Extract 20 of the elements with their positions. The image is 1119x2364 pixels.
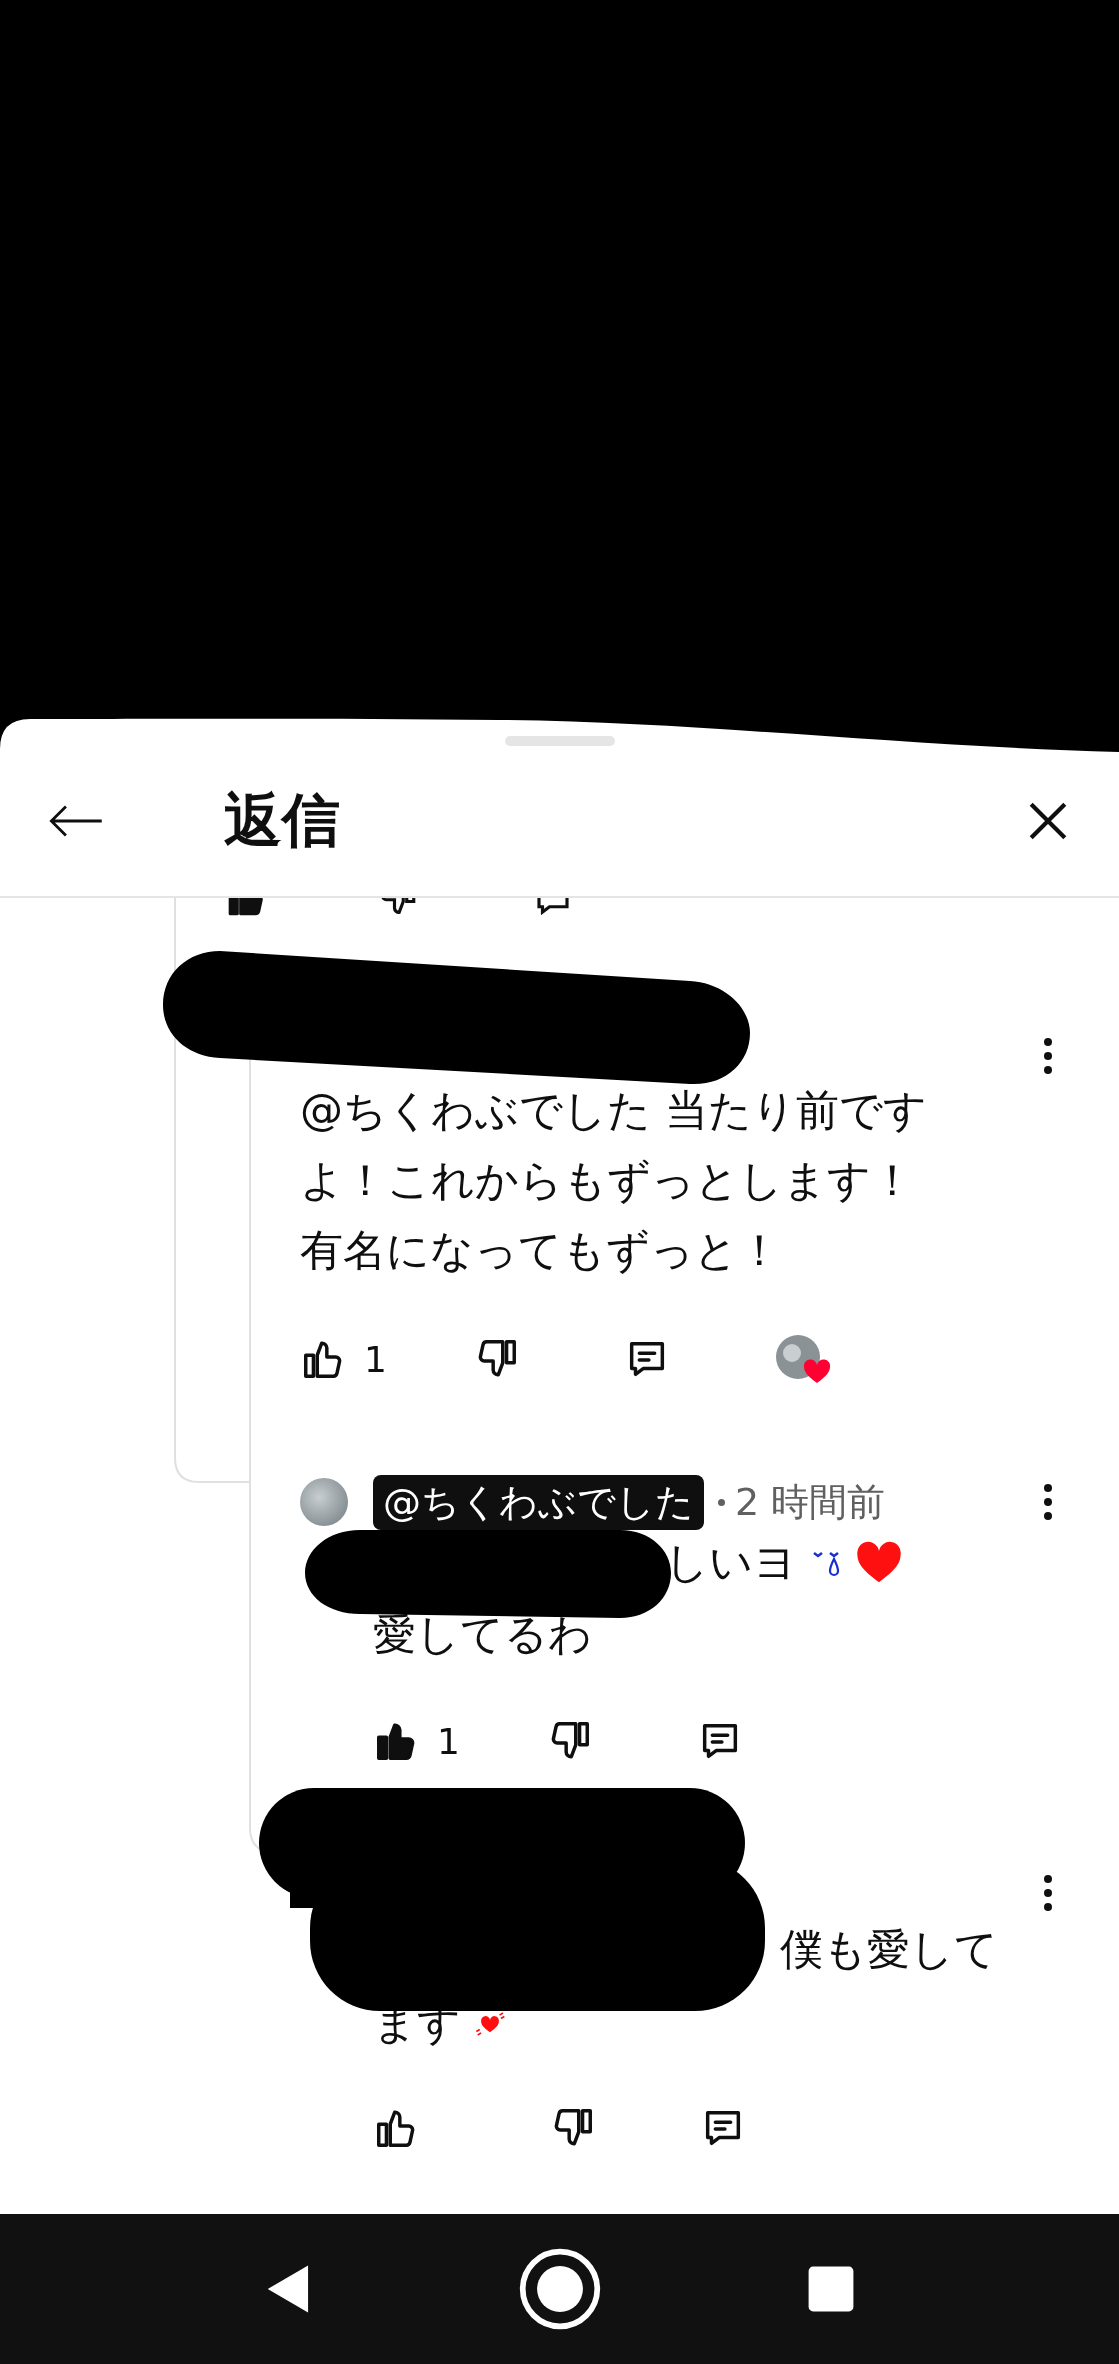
comment-text: よ！これからもずっとします！ xyxy=(300,1154,914,1207)
timestamp: 2 時間前 xyxy=(735,1478,886,1526)
comment-text: @ちくわぶでした 当たり前です xyxy=(300,1084,927,1137)
author-handle[interactable]: @ちくわぶでした xyxy=(373,1474,704,1530)
heart-icon xyxy=(855,1541,903,1585)
comment-text: 有名になってもずっと！ xyxy=(300,1224,781,1277)
sheet-title: 返信 xyxy=(224,785,340,856)
more-options-icon[interactable] xyxy=(1043,1482,1053,1522)
avatar[interactable] xyxy=(300,1478,348,1526)
comment-text: 愛してるわ xyxy=(373,1608,592,1661)
separator-dot xyxy=(718,1498,725,1506)
like-count: 1 xyxy=(364,1338,388,1380)
like-count: 1 xyxy=(437,1720,461,1762)
comment-text: 僕も愛して xyxy=(780,1923,998,1976)
more-options-icon[interactable] xyxy=(1043,1036,1053,1076)
drag-handle[interactable] xyxy=(504,736,615,746)
more-options-icon[interactable] xyxy=(1043,1873,1053,1913)
comment-text: しいヨ xyxy=(665,1536,797,1589)
close-icon[interactable] xyxy=(1027,800,1069,842)
back-arrow-icon[interactable] xyxy=(48,804,104,838)
